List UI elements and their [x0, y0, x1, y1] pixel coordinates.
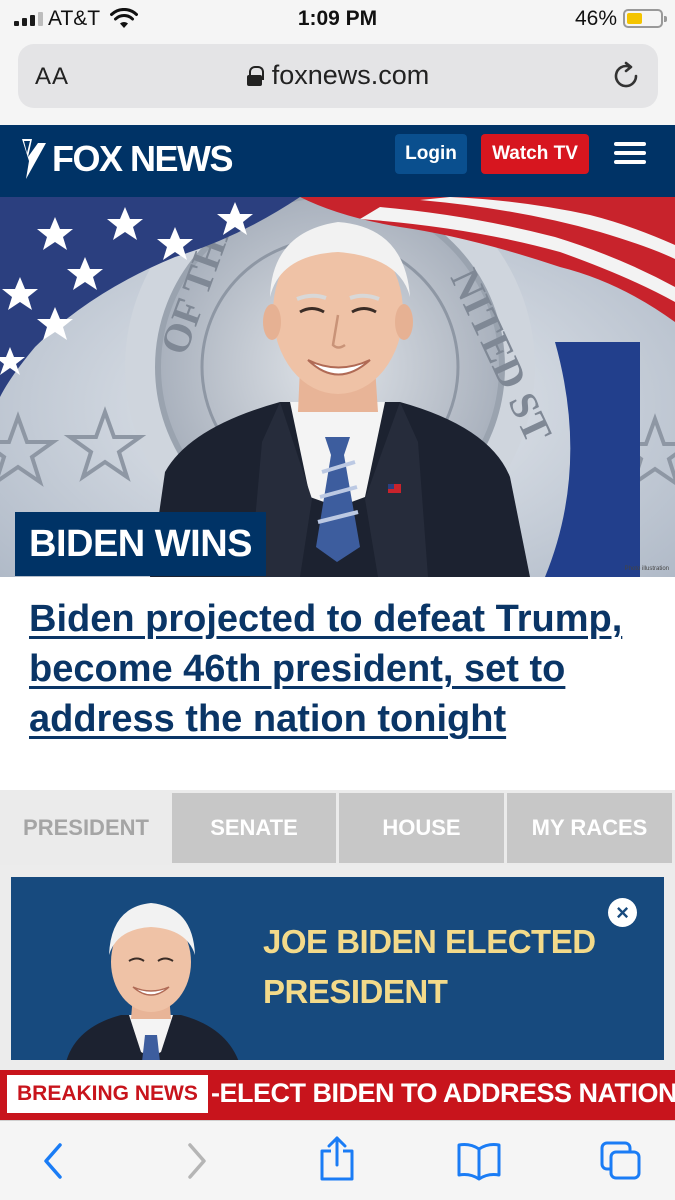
- result-panel: JOE BIDEN ELECTED PRESIDENT ×: [0, 865, 675, 1070]
- forward-icon[interactable]: [182, 1141, 212, 1181]
- cellular-signal-icon: [14, 12, 43, 26]
- tab-president[interactable]: PRESIDENT: [3, 793, 169, 863]
- election-tabs: PRESIDENT SENATE HOUSE MY RACES: [0, 790, 675, 865]
- photo-credit: Photo illustration: [624, 566, 669, 572]
- address-bar[interactable]: AA foxnews.com: [18, 44, 658, 108]
- tab-house[interactable]: HOUSE: [339, 793, 504, 863]
- url-field[interactable]: foxnews.com: [18, 60, 658, 91]
- site-header: FOX NEWS Login Watch TV: [0, 125, 675, 197]
- tab-senate[interactable]: SENATE: [172, 793, 336, 863]
- candidate-portrait: [66, 903, 239, 1060]
- hero-label[interactable]: BIDEN WINS: [15, 512, 266, 576]
- browser-toolbar: [0, 1120, 675, 1200]
- status-bar: AT&T 1:09 PM 46%: [0, 0, 675, 38]
- tabs-icon[interactable]: [598, 1139, 644, 1183]
- url-text: foxnews.com: [271, 60, 430, 90]
- ticker-text: -ELECT BIDEN TO ADDRESS NATION: [211, 1078, 675, 1108]
- clock: 1:09 PM: [297, 7, 378, 30]
- wifi-icon: [110, 8, 138, 28]
- reload-icon[interactable]: [610, 60, 642, 92]
- carrier-name: AT&T: [48, 7, 101, 30]
- watch-tv-button[interactable]: Watch TV: [481, 134, 589, 174]
- bookmarks-icon[interactable]: [456, 1141, 502, 1181]
- logo-text: FOX NEWS: [52, 138, 234, 179]
- login-button[interactable]: Login: [395, 134, 467, 174]
- breaking-news-ticker[interactable]: BREAKING NEWS -ELECT BIDEN TO ADDRESS NA…: [0, 1070, 675, 1120]
- fox-logo-mark: [22, 139, 46, 179]
- browser-chrome: AA foxnews.com: [0, 38, 675, 125]
- battery-icon: [623, 9, 667, 28]
- close-icon[interactable]: ×: [608, 898, 637, 927]
- result-title: JOE BIDEN ELECTED PRESIDENT: [263, 923, 596, 1010]
- breaking-news-label: BREAKING NEWS: [7, 1075, 208, 1113]
- headline-link[interactable]: Biden projected to defeat Trump, become …: [29, 594, 649, 744]
- battery-percent: 46%: [574, 7, 617, 30]
- tab-my-races[interactable]: MY RACES: [507, 793, 672, 863]
- fox-news-logo[interactable]: FOX NEWS: [20, 134, 234, 184]
- lock-icon: [246, 66, 264, 86]
- battery-fill: [627, 13, 642, 24]
- hamburger-menu-icon[interactable]: [614, 142, 646, 166]
- winner-card[interactable]: JOE BIDEN ELECTED PRESIDENT ×: [11, 877, 664, 1060]
- back-icon[interactable]: [38, 1141, 68, 1181]
- share-icon[interactable]: [318, 1135, 356, 1183]
